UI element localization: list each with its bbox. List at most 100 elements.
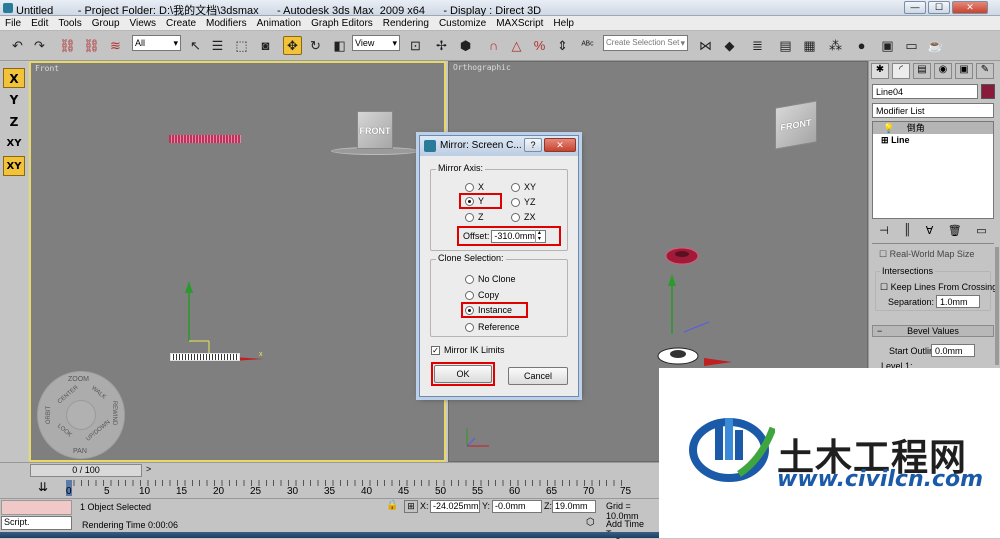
render-setup-icon[interactable]: ▣ [878,36,897,55]
material-editor-icon[interactable]: ● [852,36,871,55]
panel-scrollbar[interactable] [995,247,999,365]
axis-zx-option[interactable]: ZX [511,212,536,222]
offset-spinner[interactable]: ▴ ▾ [534,229,543,243]
menu-group[interactable]: Group [87,16,125,31]
cancel-button[interactable]: Cancel [508,367,568,385]
viewport-label-ortho[interactable]: Orthographic [453,63,511,72]
render-production-icon[interactable]: ☕ [926,36,945,55]
no-clone-option[interactable]: No Clone [465,274,516,284]
reference-option[interactable]: Reference [465,322,520,332]
absolute-mode-icon[interactable]: ⊞ [404,500,418,513]
bind-to-space-warp-icon[interactable]: ≋ [106,36,125,55]
selection-filter-dropdown[interactable]: All [132,35,181,51]
curve-editor-icon[interactable]: ▦ [800,36,819,55]
time-slider-next-icon[interactable]: > [146,464,151,474]
show-end-result-icon[interactable]: ║ [903,224,911,236]
window-crossing-icon[interactable]: ◙ [256,36,275,55]
object-color-swatch[interactable] [981,84,995,99]
select-and-scale-icon[interactable]: ◧ [330,36,349,55]
select-and-move-icon[interactable]: ✥ [283,36,302,55]
utilities-tab-icon[interactable]: ✎ [976,63,994,79]
copy-option[interactable]: Copy [465,290,499,300]
redo-icon[interactable]: ↷ [30,36,49,55]
maxscript-mini-listener-top[interactable] [1,500,72,515]
restrict-to-y-button[interactable]: Y [3,90,25,110]
use-pivot-center-icon[interactable]: ⊡ [406,36,425,55]
front-viewport[interactable]: Front FRONT x ZOOM ORBIT CENTER WALK REW… [29,61,446,462]
offset-field[interactable]: -310.0mm ▴ ▾ [491,229,546,243]
menu-maxscript[interactable]: MAXScript [491,16,548,31]
select-by-name-icon[interactable]: ☰ [208,36,227,55]
menu-animation[interactable]: Animation [252,16,306,31]
selection-lock-icon[interactable]: 🔒 [386,500,398,511]
spinner-snap-icon[interactable]: ⇕ [553,36,572,55]
restrict-to-z-button[interactable]: Z [3,112,25,132]
maximize-button[interactable]: ☐ [928,1,950,14]
menu-create[interactable]: Create [161,16,201,31]
menu-graph-editors[interactable]: Graph Editors [306,16,378,31]
object-name-field[interactable]: Line04 [872,84,978,99]
restrict-to-plane-cycle-button[interactable]: XY [3,156,25,176]
axis-z-radio[interactable] [465,212,474,222]
dialog-title-bar[interactable]: Mirror: Screen C... ? ✕ [420,136,578,156]
schematic-view-icon[interactable]: ⁂ [826,36,845,55]
graphite-modeling-icon[interactable]: ▤ [776,36,795,55]
minimize-button[interactable]: — [904,1,926,14]
axis-y-option[interactable]: Y [459,193,503,209]
snaps-toggle-icon[interactable]: ∩ [484,36,503,55]
ok-button[interactable]: OK [434,365,492,383]
modify-tab-icon[interactable]: ◜ [892,63,910,79]
select-object-icon[interactable]: ↖ [186,36,205,55]
edit-named-selection-icon[interactable]: ᴬᴮᶜ [578,36,597,55]
menu-file[interactable]: File [0,16,26,31]
pin-stack-icon[interactable]: ⊣ [879,224,889,237]
make-unique-icon[interactable]: ∀ [926,224,934,237]
menu-tools[interactable]: Tools [53,16,86,31]
wheel-walk[interactable]: WALK [90,385,107,400]
select-and-link-icon[interactable]: ⛓ [58,36,77,55]
real-world-map-size-checkbox[interactable]: ☐ Real-World Map Size [879,249,974,260]
menu-edit[interactable]: Edit [26,16,53,31]
select-and-rotate-icon[interactable]: ↻ [306,36,325,55]
separation-field[interactable]: 1.0mm [936,295,980,308]
modifier-list-dropdown[interactable]: Modifier List [872,103,994,118]
axis-xy-radio[interactable] [511,182,520,192]
y-coord-field[interactable]: -0.0mm [492,500,542,513]
align-icon[interactable]: ◆ [720,36,739,55]
undo-icon[interactable]: ↶ [8,36,27,55]
stack-item-line[interactable]: ⊞ Line [873,134,993,146]
wheel-pan[interactable]: PAN [73,448,87,455]
ortho-objects[interactable] [654,242,774,372]
menu-help[interactable]: Help [548,16,579,31]
dialog-help-button[interactable]: ? [524,138,542,152]
mirrored-line-shape[interactable] [170,353,240,361]
mirror-ik-option[interactable]: ✓ Mirror IK Limits [431,345,505,355]
time-slider[interactable]: 0 / 100 [30,464,142,477]
instance-option[interactable]: Instance [461,302,529,318]
named-selection-sets-dropdown[interactable]: Create Selection Set [603,35,688,51]
steering-wheel[interactable]: ZOOM ORBIT CENTER WALK REWIND LOOK UP/DO… [37,371,125,459]
x-coord-field[interactable]: -24.025mm [430,500,480,513]
rectangular-selection-icon[interactable]: ⬚ [232,36,251,55]
create-tab-icon[interactable]: ✱ [871,63,889,79]
angle-snap-icon[interactable]: △ [507,36,526,55]
axis-yz-radio[interactable] [511,197,520,207]
mini-curve-editor-icon[interactable]: ⇊ [38,480,48,494]
motion-tab-icon[interactable]: ◉ [934,63,952,79]
restrict-to-xy-button[interactable]: XY [3,134,25,154]
restrict-to-x-button[interactable]: X [3,68,25,88]
reference-coordinate-dropdown[interactable]: View [352,35,400,51]
layer-manager-icon[interactable]: ≣ [748,36,767,55]
wheel-orbit[interactable]: ORBIT [46,406,52,424]
menu-rendering[interactable]: Rendering [378,16,434,31]
wheel-rewind[interactable]: REWIND [111,401,117,425]
remove-modifier-icon[interactable]: 🗑 [948,224,962,237]
unlink-selection-icon[interactable]: ⛓ [82,36,101,55]
maxscript-mini-listener[interactable]: Script. [1,516,72,530]
menu-views[interactable]: Views [125,16,162,31]
configure-sets-icon[interactable]: ▭ [976,224,986,237]
axis-x-option[interactable]: X [465,182,484,192]
select-and-manipulate-icon[interactable]: ✢ [432,36,451,55]
axis-zx-radio[interactable] [511,212,520,222]
wheel-zoom[interactable]: ZOOM [68,376,89,383]
